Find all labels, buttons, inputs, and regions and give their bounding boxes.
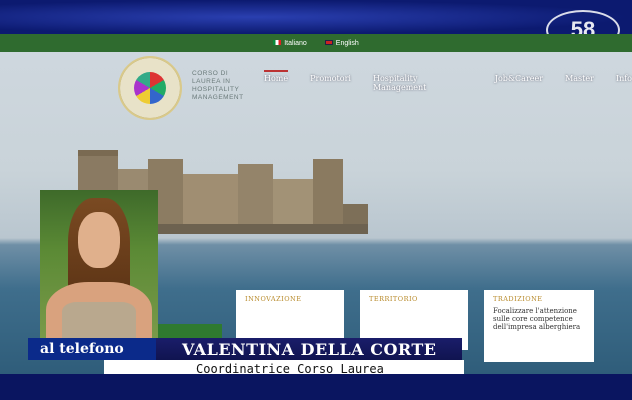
card-title: TERRITORIO <box>369 295 418 303</box>
photo-clothing <box>62 302 136 340</box>
card-text: Focalizzare l'attenzione sulle core comp… <box>493 307 581 331</box>
nav-master[interactable]: Master <box>565 70 594 92</box>
main-nav: Home Promotori Hospitality Management Jo… <box>264 70 632 92</box>
video-frame: 58 Italiano English CORSO DI LAUREA IN H… <box>0 0 632 400</box>
nav-home[interactable]: Home <box>264 70 289 92</box>
logo-text: CORSO DI LAUREA IN HOSPITALITY MANAGEMEN… <box>192 70 244 102</box>
tv-background-top <box>0 0 632 34</box>
interviewee-name: VALENTINA DELLA CORTE <box>156 338 462 360</box>
logo-text-line: CORSO DI <box>192 70 229 77</box>
italy-flag-icon <box>273 40 282 46</box>
language-label: English <box>335 39 359 47</box>
green-strip <box>158 324 222 338</box>
card-tradizione[interactable]: TRADIZIONE Focalizzare l'attenzione sull… <box>484 290 594 362</box>
uk-flag-icon <box>324 40 333 46</box>
logo-text-line: LAUREA IN <box>192 78 231 85</box>
language-italiano[interactable]: Italiano <box>273 40 307 47</box>
logo-text-line: HOSPITALITY <box>192 86 240 93</box>
university-logo-icon[interactable] <box>118 56 182 120</box>
nav-hospitality-management[interactable]: Hospitality Management <box>373 70 473 92</box>
interviewee-photo <box>40 190 158 340</box>
nav-info[interactable]: Info <box>616 70 632 92</box>
language-label: Italiano <box>284 39 307 47</box>
logo-text-line: MANAGEMENT <box>192 94 244 101</box>
language-bar: Italiano English <box>0 34 632 52</box>
card-title: TRADIZIONE <box>493 295 543 303</box>
nav-job-career[interactable]: Job&Career <box>495 70 543 92</box>
photo-face <box>78 212 120 268</box>
tv-background-bottom <box>0 374 632 400</box>
nav-promotori[interactable]: Promotori <box>310 70 351 92</box>
card-title: INNOVAZIONE <box>245 295 302 303</box>
language-english[interactable]: English <box>324 39 359 47</box>
logo-emblem-icon <box>134 72 166 104</box>
phone-label: al telefono <box>28 338 156 360</box>
